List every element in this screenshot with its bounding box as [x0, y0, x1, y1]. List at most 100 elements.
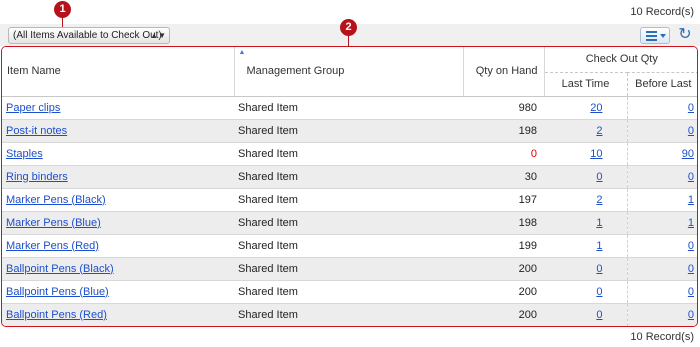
table-row: Marker Pens (Blue) Shared Item 198 1 1	[2, 211, 697, 235]
last-time-link[interactable]: 2	[596, 125, 602, 137]
table-row: Post-it notes Shared Item 198 2 0	[2, 119, 697, 143]
before-last-link[interactable]: 0	[688, 286, 694, 298]
before-last-cell: 0	[627, 165, 697, 189]
last-time-link[interactable]: 1	[596, 240, 602, 252]
item-name-cell: Staples	[2, 142, 234, 166]
last-time-link[interactable]: 1	[596, 217, 602, 229]
qty-on-hand-value: 30	[524, 170, 537, 183]
column-header-last-time[interactable]: Last Time	[544, 72, 628, 97]
qty-on-hand-value: 198	[518, 216, 537, 229]
before-last-cell: 0	[627, 119, 697, 143]
table-row: Marker Pens (Black) Shared Item 197 2 1	[2, 188, 697, 212]
record-count-top: 10 Record(s)	[630, 6, 694, 18]
before-last-link[interactable]: 1	[688, 194, 694, 206]
before-last-cell: 0	[627, 234, 697, 258]
last-time-cell: 20	[544, 96, 628, 120]
qty-on-hand-cell: 198	[463, 119, 544, 143]
last-time-cell: 10	[544, 142, 628, 166]
item-name-cell: Ballpoint Pens (Blue)	[2, 280, 234, 304]
before-last-link[interactable]: 1	[688, 217, 694, 229]
table-row: Staples Shared Item 0 10 90	[2, 142, 697, 166]
last-time-cell: 0	[544, 280, 628, 304]
sort-ascending-icon: ▲	[238, 49, 246, 56]
before-last-link[interactable]: 0	[688, 240, 694, 252]
before-last-link[interactable]: 0	[688, 102, 694, 114]
qty-on-hand-cell: 980	[463, 96, 544, 120]
last-time-cell: 1	[544, 211, 628, 235]
item-name-cell: Ballpoint Pens (Black)	[2, 257, 234, 281]
last-time-link[interactable]: 0	[596, 263, 602, 275]
management-group-cell: Shared Item	[234, 257, 463, 281]
marker-1-connector	[62, 17, 63, 27]
item-name-link[interactable]: Marker Pens (Red)	[6, 240, 99, 252]
before-last-link[interactable]: 0	[688, 309, 694, 321]
last-time-link[interactable]: 0	[596, 286, 602, 298]
last-time-link[interactable]: 2	[596, 194, 602, 206]
table-row: Marker Pens (Red) Shared Item 199 1 0	[2, 234, 697, 258]
before-last-cell: 90	[627, 142, 697, 166]
before-last-cell: 1	[627, 211, 697, 235]
before-last-link[interactable]: 90	[682, 148, 694, 160]
select-arrows-icon: ▲▼	[150, 31, 166, 40]
item-name-cell: Marker Pens (Blue)	[2, 211, 234, 235]
management-group-cell: Shared Item	[234, 165, 463, 189]
column-header-management-group[interactable]: ▲ Management Group	[234, 47, 464, 97]
management-group-cell: Shared Item	[234, 303, 463, 326]
last-time-link[interactable]: 0	[596, 171, 602, 183]
column-header-qty-on-hand[interactable]: Qty on Hand	[463, 47, 545, 97]
qty-on-hand-cell: 200	[463, 280, 544, 304]
qty-on-hand-cell: 200	[463, 303, 544, 326]
item-name-cell: Paper clips	[2, 96, 234, 120]
before-last-link[interactable]: 0	[688, 263, 694, 275]
qty-on-hand-value: 200	[518, 308, 537, 321]
column-header-item-name[interactable]: Item Name	[2, 47, 235, 97]
table-row: Paper clips Shared Item 980 20 0	[2, 96, 697, 120]
qty-on-hand-value: 200	[518, 285, 537, 298]
qty-on-hand-value: 197	[518, 193, 537, 206]
item-name-link[interactable]: Post-it notes	[6, 125, 67, 137]
column-header-before-last[interactable]: Before Last	[627, 72, 697, 97]
table-row: Ballpoint Pens (Red) Shared Item 200 0 0	[2, 303, 697, 326]
last-time-cell: 1	[544, 234, 628, 258]
qty-on-hand-cell: 197	[463, 188, 544, 212]
item-name-link[interactable]: Marker Pens (Black)	[6, 194, 106, 206]
chevron-down-icon	[660, 34, 666, 38]
table-row: Ballpoint Pens (Black) Shared Item 200 0 0	[2, 257, 697, 281]
qty-on-hand-cell: 198	[463, 211, 544, 235]
item-name-link[interactable]: Ballpoint Pens (Black)	[6, 263, 114, 275]
refresh-icon: ↻	[678, 26, 692, 43]
item-name-link[interactable]: Ballpoint Pens (Blue)	[6, 286, 109, 298]
list-menu-button[interactable]	[640, 27, 670, 44]
qty-on-hand-cell: 199	[463, 234, 544, 258]
qty-on-hand-value: 0	[530, 147, 537, 160]
before-last-cell: 0	[627, 303, 697, 326]
marker-2-connector	[348, 35, 349, 47]
availability-filter-select[interactable]: (All Items Available to Check Out) ▲▼	[8, 27, 170, 44]
last-time-cell: 0	[544, 303, 628, 326]
last-time-cell: 2	[544, 119, 628, 143]
refresh-button[interactable]: ↻	[676, 26, 694, 44]
management-group-cell: Shared Item	[234, 142, 463, 166]
before-last-link[interactable]: 0	[688, 125, 694, 137]
item-name-link[interactable]: Ring binders	[6, 171, 68, 183]
item-name-link[interactable]: Paper clips	[6, 102, 60, 114]
item-name-cell: Post-it notes	[2, 119, 234, 143]
items-table-container: Item Name ▲ Management Group Qty on Hand…	[1, 46, 698, 327]
item-name-link[interactable]: Marker Pens (Blue)	[6, 217, 101, 229]
last-time-link[interactable]: 20	[590, 102, 602, 114]
table-row: Ballpoint Pens (Blue) Shared Item 200 0 0	[2, 280, 697, 304]
item-name-link[interactable]: Staples	[6, 148, 43, 160]
before-last-cell: 0	[627, 257, 697, 281]
last-time-link[interactable]: 0	[596, 309, 602, 321]
item-name-link[interactable]: Ballpoint Pens (Red)	[6, 309, 107, 321]
management-group-cell: Shared Item	[234, 96, 463, 120]
qty-on-hand-value: 200	[518, 262, 537, 275]
record-count-bottom: 10 Record(s)	[630, 331, 694, 343]
before-last-link[interactable]: 0	[688, 171, 694, 183]
management-group-cell: Shared Item	[234, 119, 463, 143]
qty-on-hand-cell: 30	[463, 165, 544, 189]
callout-marker-2: 2	[340, 19, 357, 36]
qty-on-hand-value: 980	[518, 101, 537, 114]
last-time-link[interactable]: 10	[590, 148, 602, 160]
item-name-cell: Marker Pens (Black)	[2, 188, 234, 212]
